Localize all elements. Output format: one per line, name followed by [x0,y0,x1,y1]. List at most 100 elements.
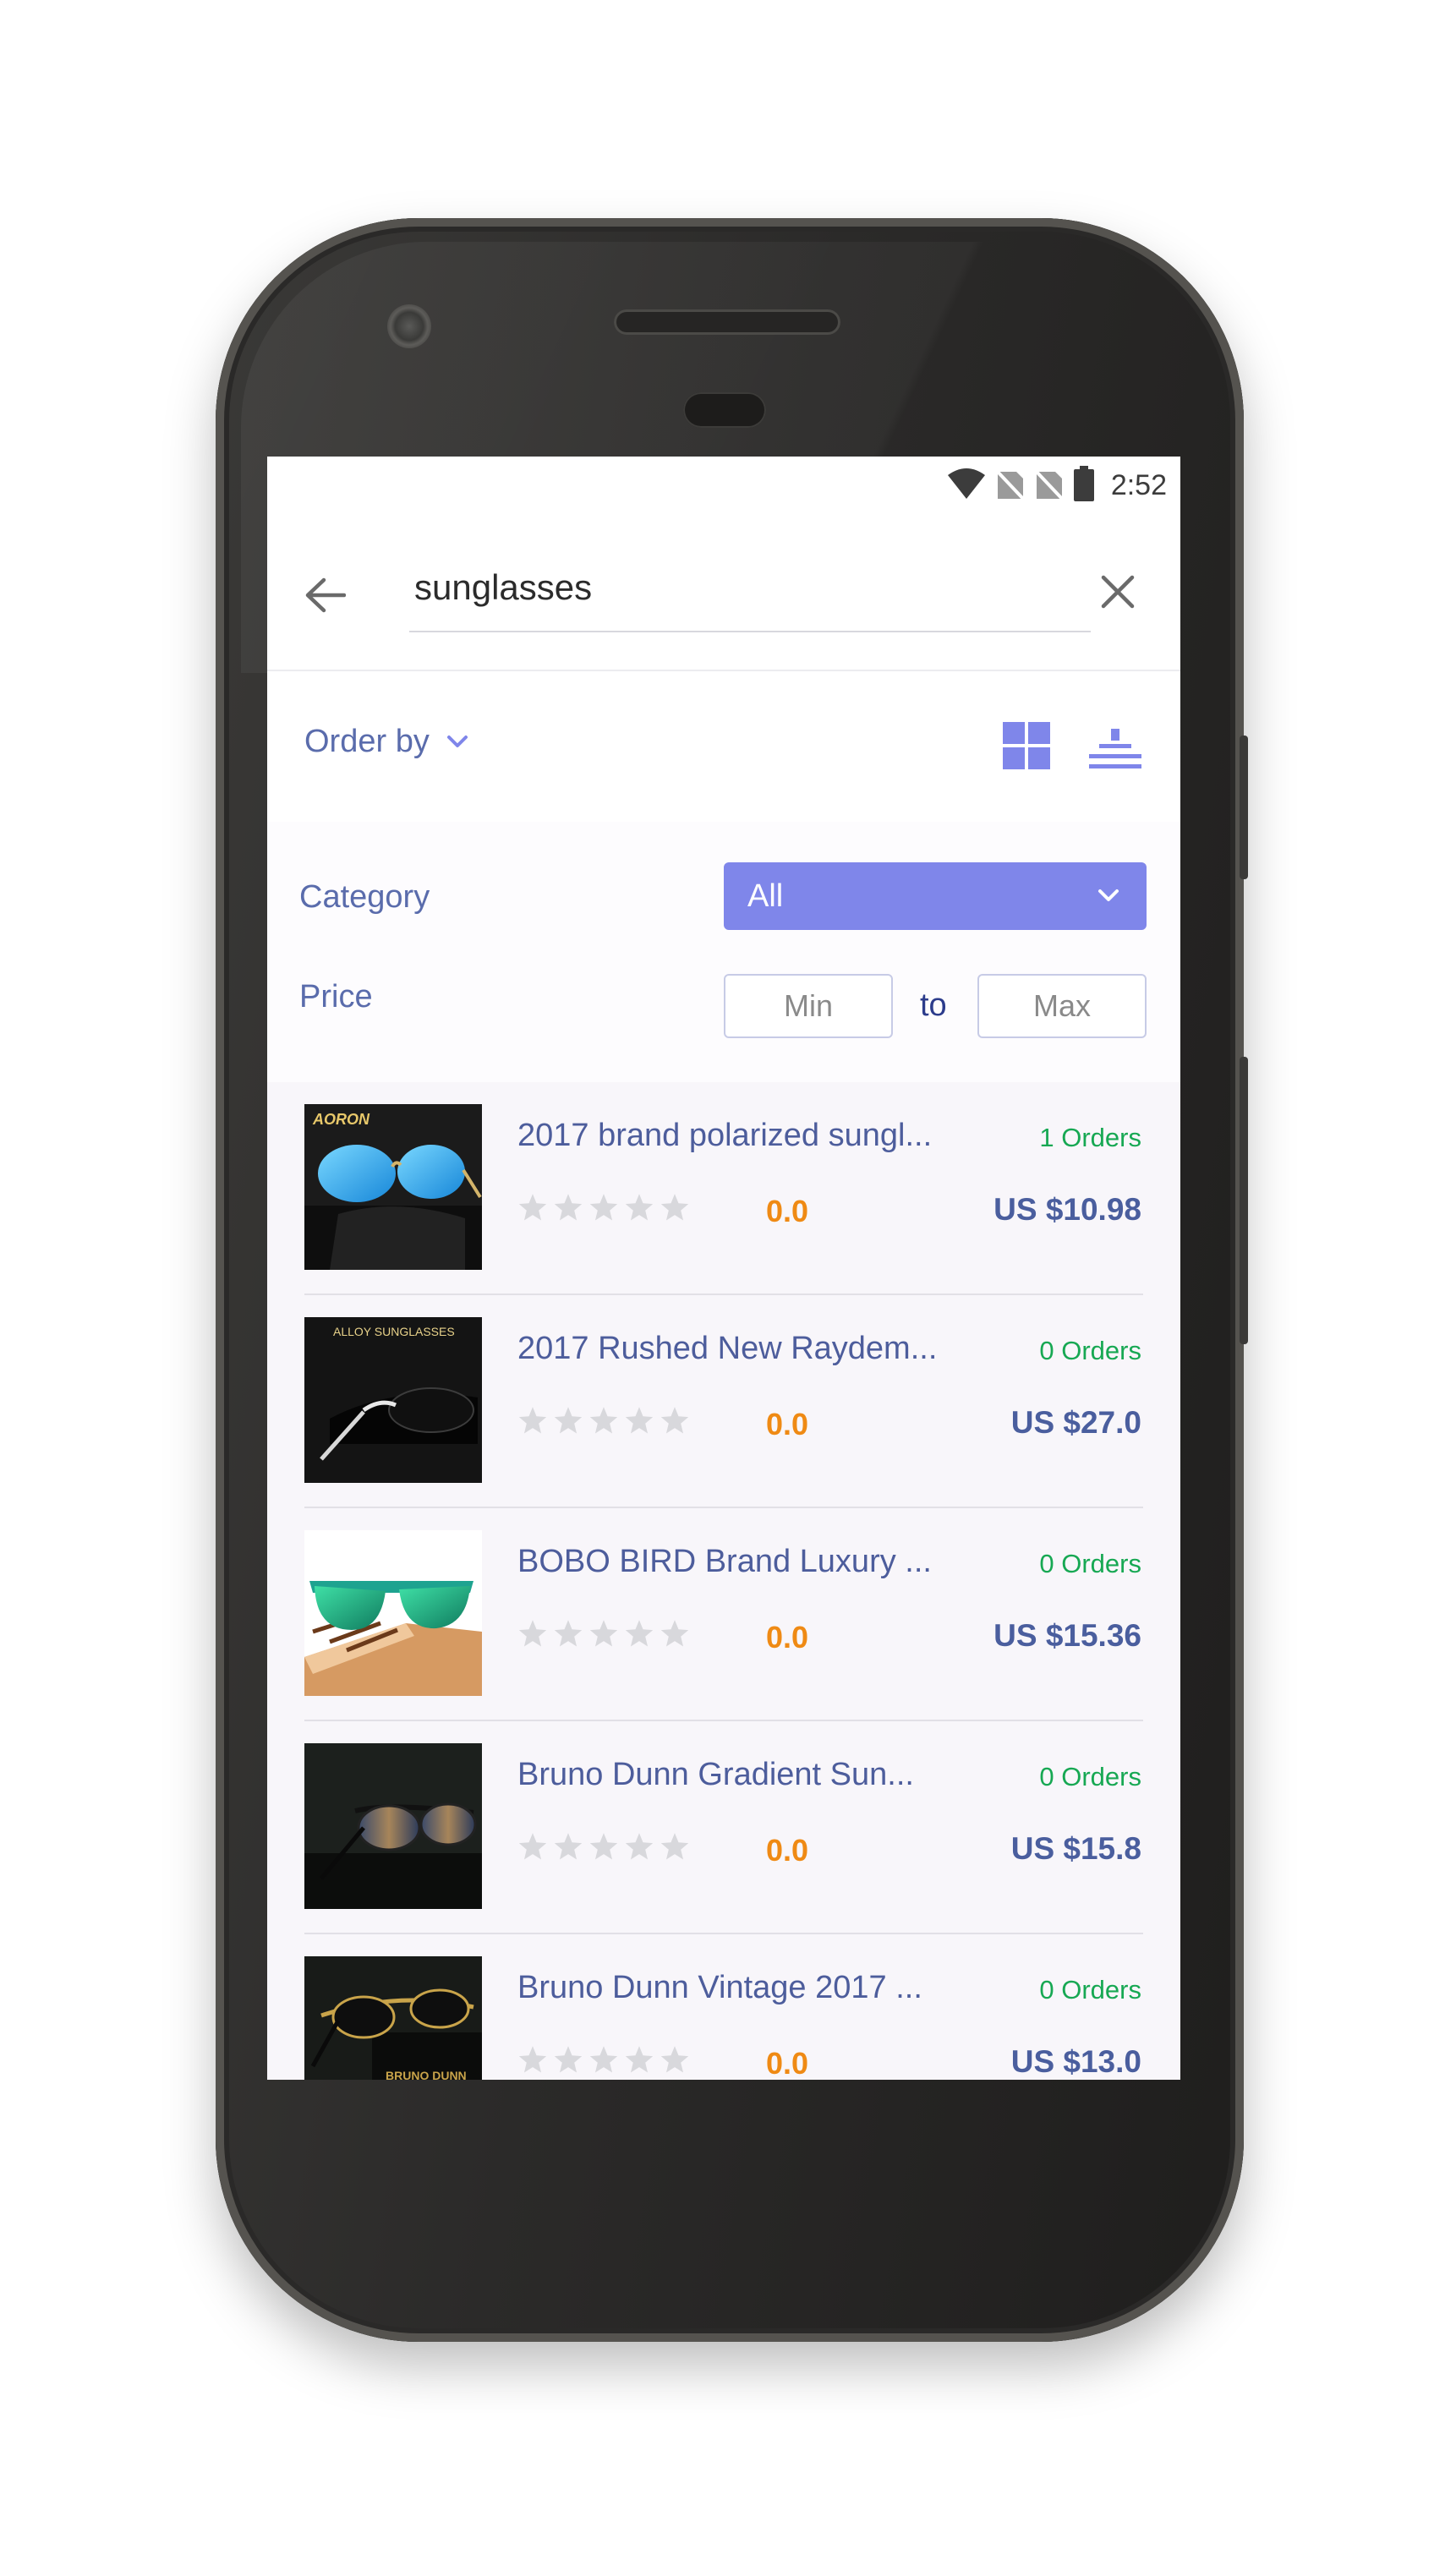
star-icon [589,1194,618,1221]
wifi-icon [947,467,986,505]
status-bar: 2:52 [267,457,1180,514]
product-thumbnail [304,1743,482,1909]
star-icon [625,1194,654,1221]
order-by-dropdown[interactable]: Order by [304,724,468,760]
product-title: 2017 Rushed New Raydem... [517,1331,938,1366]
star-icon [625,2046,654,2073]
star-icon [554,1194,583,1221]
product-thumbnail [304,1530,482,1696]
status-time: 2:52 [1110,468,1167,501]
power-button [1240,736,1248,879]
star-icon [589,1620,618,1647]
star-icon [660,1833,689,1860]
product-item[interactable]: ALLOY SUNGLASSES 2017 Rushed New Raydem.… [267,1295,1180,1508]
product-title: Bruno Dunn Gradient Sun... [517,1757,914,1792]
search-bar [267,514,1180,671]
proximity-sensor [683,392,766,428]
product-orders: 0 Orders [1039,1762,1141,1791]
product-orders: 0 Orders [1039,1975,1141,2004]
category-select[interactable]: All [724,862,1147,930]
star-icon [660,1620,689,1647]
star-icon [589,1407,618,1434]
order-by-label: Order by [304,724,430,759]
min-price-input[interactable]: Min [724,974,893,1038]
star-icon [660,1407,689,1434]
chevron-down-icon [446,735,468,747]
product-thumbnail: BRUNO DUNN [304,1956,482,2080]
product-rating: 0.0 [766,1194,809,1228]
category-value: All [747,878,784,914]
star-icon [554,1620,583,1647]
product-list: AORON 2017 brand polarized sungl... 1 Or… [267,1082,1180,2080]
product-title: 2017 brand polarized sungl... [517,1118,933,1153]
product-price: US $15.36 [993,1618,1141,1653]
sim-off-icon [994,467,1026,505]
star-icon [660,2046,689,2073]
product-rating: 0.0 [766,2046,809,2080]
star-icon [518,2046,547,2073]
product-rating: 0.0 [766,1620,809,1654]
star-icon [660,1194,689,1221]
sort-bar: Order by [267,670,1180,823]
rating-stars [517,2044,690,2075]
product-price: US $15.8 [1010,1831,1141,1866]
thumbnail-caption: ALLOY SUNGLASSES [333,1325,455,1338]
star-icon [589,1833,618,1860]
arrow-left-icon [305,577,346,613]
rating-stars [517,1192,690,1222]
max-price-placeholder: Max [1032,988,1091,1023]
product-thumbnail: ALLOY SUNGLASSES [304,1317,482,1483]
rating-stars [517,1618,690,1649]
rating-stars [517,1831,690,1862]
close-icon [1101,575,1135,609]
battery-icon [1073,465,1094,506]
star-icon [625,1620,654,1647]
product-orders: 0 Orders [1039,1336,1141,1365]
star-icon [625,1407,654,1434]
search-underline [409,631,1091,632]
list-view-button[interactable] [1087,722,1143,773]
star-icon [518,1833,547,1860]
app-screen: 2:52 Order by [267,457,1180,2080]
front-camera [387,304,431,348]
product-thumbnail: AORON [304,1104,482,1270]
product-rating: 0.0 [766,1833,809,1868]
back-button[interactable] [299,570,350,621]
clear-search-button[interactable] [1092,566,1143,617]
star-icon [518,1194,547,1221]
max-price-input[interactable]: Max [977,974,1147,1038]
product-item[interactable]: AORON 2017 brand polarized sungl... 1 Or… [267,1082,1180,1295]
product-item[interactable]: BRUNO DUNN Bruno Dunn Vintage 2017 ... 0… [267,1934,1180,2080]
filter-panel: Category All Price Min to Max [267,822,1180,1082]
star-icon [589,2046,618,2073]
list-view-icon [1089,729,1141,768]
volume-button [1240,1057,1248,1344]
star-icon [518,1407,547,1434]
product-price: US $27.0 [1010,1405,1141,1440]
rating-stars [517,1405,690,1436]
search-input[interactable] [402,558,1010,617]
product-orders: 0 Orders [1039,1549,1141,1578]
min-price-placeholder: Min [783,988,833,1023]
star-icon [518,1620,547,1647]
price-label: Price [299,979,373,1015]
star-icon [554,1407,583,1434]
price-to-label: to [920,987,947,1023]
star-icon [554,1833,583,1860]
star-icon [554,2046,583,2073]
product-item[interactable]: BOBO BIRD Brand Luxury ... 0 Orders 0.0 … [267,1508,1180,1721]
thumbnail-brand-text: AORON [312,1111,370,1128]
product-price: US $13.0 [1010,2044,1141,2079]
grid-view-icon [1003,722,1050,769]
grid-view-button[interactable] [1001,720,1052,771]
product-orders: 1 Orders [1039,1123,1141,1152]
product-title: BOBO BIRD Brand Luxury ... [517,1544,932,1579]
product-item[interactable]: Bruno Dunn Gradient Sun... 0 Orders 0.0 … [267,1721,1180,1934]
product-price: US $10.98 [993,1192,1141,1227]
product-title: Bruno Dunn Vintage 2017 ... [517,1970,922,2005]
sim-off-icon [1033,467,1065,505]
category-label: Category [299,879,430,915]
earpiece-speaker [614,309,840,335]
product-rating: 0.0 [766,1407,809,1441]
thumbnail-brand-text: BRUNO DUNN [386,2069,467,2080]
